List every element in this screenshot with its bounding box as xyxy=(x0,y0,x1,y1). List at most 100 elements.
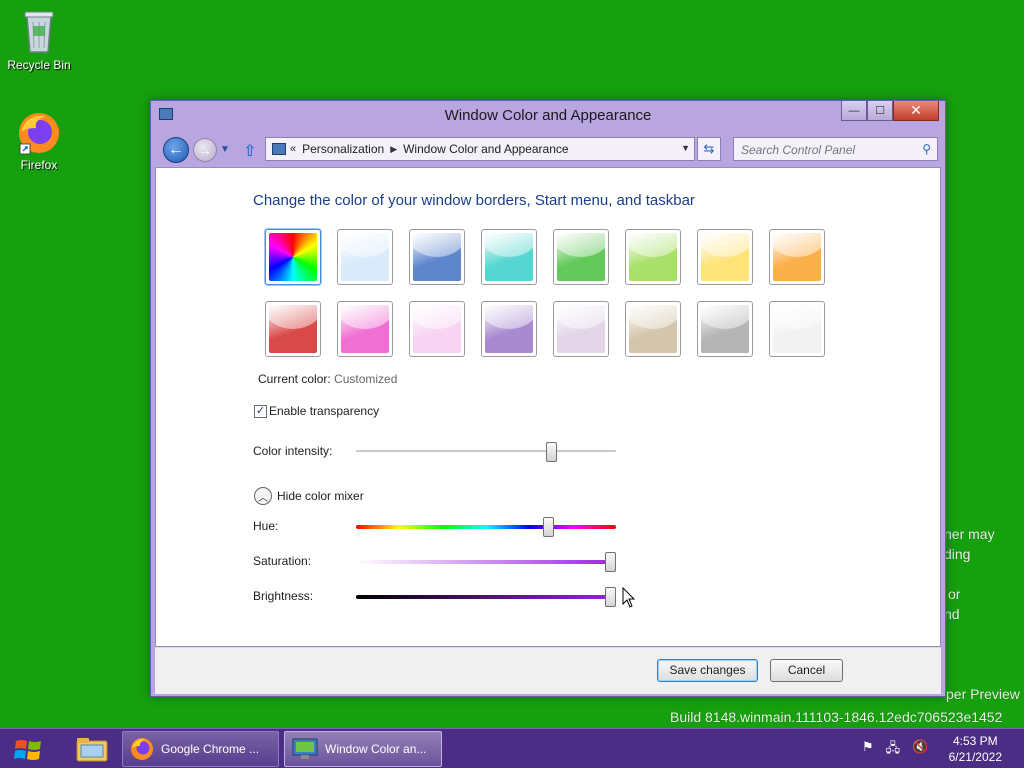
desktop-icon-recycle-bin[interactable]: Recycle Bin xyxy=(0,6,78,72)
close-button[interactable]: ✕ xyxy=(893,101,939,121)
back-button[interactable]: ← xyxy=(163,137,189,163)
current-color-text: Current color: Customized xyxy=(258,372,397,386)
brightness-slider[interactable] xyxy=(356,595,616,599)
brightness-label: Brightness: xyxy=(253,589,314,603)
forward-button[interactable]: → xyxy=(193,138,217,162)
mixer-toggle-label[interactable]: Hide color mixer xyxy=(277,489,364,503)
color-swatch-sky[interactable] xyxy=(337,229,393,285)
network-icon[interactable]: 🖧 xyxy=(886,739,901,761)
firefox-icon xyxy=(131,738,153,760)
save-changes-button[interactable]: Save changes xyxy=(657,659,758,682)
refresh-icon: ⇆ xyxy=(703,141,715,156)
hue-slider[interactable] xyxy=(356,525,616,529)
color-swatch-lemon[interactable] xyxy=(697,229,753,285)
swatch-fill xyxy=(485,233,533,281)
color-swatch-pumpkin[interactable] xyxy=(769,229,825,285)
color-swatch-chocolate[interactable] xyxy=(697,301,753,357)
recent-locations-button[interactable]: ▼ xyxy=(220,144,230,155)
arrow-left-icon: ← xyxy=(168,141,184,158)
watermark-line: ner may xyxy=(944,526,995,542)
control-panel-icon xyxy=(292,738,318,759)
chevron-up-icon: ︿ xyxy=(258,492,268,504)
address-overflow[interactable]: « xyxy=(290,143,296,155)
color-swatch-leaf[interactable] xyxy=(553,229,609,285)
watermark-build: Build 8148.winmain.111103-1846.12edc7065… xyxy=(670,709,1003,725)
swatch-fill xyxy=(773,305,821,353)
breadcrumb-window-color[interactable]: Window Color and Appearance xyxy=(403,142,568,156)
navigation-bar: ← → ▼ ⇧ « Personalization ▶ Window Color… xyxy=(151,133,945,165)
search-input[interactable]: Search Control Panel ⚲ xyxy=(733,137,938,161)
taskbar-item-label: Google Chrome ... xyxy=(161,742,260,756)
color-swatch-rainbow[interactable] xyxy=(265,229,321,285)
desktop-icon-label: Recycle Bin xyxy=(7,58,71,72)
mouse-cursor-icon xyxy=(622,587,636,608)
taskbar-item-window-color[interactable]: Window Color an... xyxy=(284,731,442,767)
saturation-slider-thumb[interactable] xyxy=(605,552,617,572)
swatch-fill xyxy=(485,305,533,353)
color-swatch-blush[interactable] xyxy=(409,301,465,357)
action-center-flag-icon[interactable]: ⚑ xyxy=(862,739,874,761)
cancel-button[interactable]: Cancel xyxy=(770,659,843,682)
hue-label: Hue: xyxy=(253,519,279,533)
color-swatch-ruby[interactable] xyxy=(265,301,321,357)
firefox-icon xyxy=(19,113,59,155)
transparency-checkbox[interactable]: ✓ xyxy=(254,405,267,418)
swatch-fill xyxy=(413,305,461,353)
search-icon[interactable]: ⚲ xyxy=(922,142,931,156)
swatch-fill xyxy=(773,233,821,281)
taskbar: Google Chrome ... Window Color an... ⚑ 🖧… xyxy=(0,728,1024,768)
swatch-fill xyxy=(413,233,461,281)
address-dropdown-icon[interactable]: ▼ xyxy=(681,143,690,153)
color-swatch-lime[interactable] xyxy=(625,229,681,285)
swatch-fill xyxy=(701,233,749,281)
control-panel-icon xyxy=(272,143,286,155)
color-swatch-taupe[interactable] xyxy=(625,301,681,357)
recycle-bin-icon xyxy=(24,11,54,53)
current-color-label: Current color: xyxy=(258,372,331,386)
content-area: Change the color of your window borders,… xyxy=(155,167,941,647)
search-placeholder: Search Control Panel xyxy=(741,143,856,157)
color-swatch-frost[interactable] xyxy=(769,301,825,357)
swatch-fill xyxy=(701,305,749,353)
swatch-fill xyxy=(557,305,605,353)
swatch-fill xyxy=(269,305,317,353)
saturation-label: Saturation: xyxy=(253,554,312,568)
watermark-line: ding xyxy=(944,546,971,562)
swatch-fill xyxy=(341,305,389,353)
brightness-slider-thumb[interactable] xyxy=(605,587,617,607)
intensity-slider[interactable] xyxy=(356,450,616,452)
start-button[interactable] xyxy=(8,735,48,765)
mixer-toggle-button[interactable]: ︿ xyxy=(254,487,272,505)
refresh-button[interactable]: ⇆ xyxy=(697,137,721,161)
transparency-label[interactable]: Enable transparency xyxy=(269,404,379,418)
color-swatch-twilight[interactable] xyxy=(409,229,465,285)
saturation-slider[interactable] xyxy=(356,560,616,564)
maximize-button[interactable]: ☐ xyxy=(867,101,893,121)
color-swatch-fuchsia[interactable] xyxy=(337,301,393,357)
hue-slider-thumb[interactable] xyxy=(542,517,554,537)
breadcrumb-personalization[interactable]: Personalization xyxy=(302,142,384,156)
window-controls: — ☐ ✕ xyxy=(841,101,939,121)
minimize-button[interactable]: — xyxy=(841,101,867,121)
color-swatch-lavender[interactable] xyxy=(553,301,609,357)
color-swatch-violet[interactable] xyxy=(481,301,537,357)
title-bar[interactable]: Window Color and Appearance — ☐ ✕ xyxy=(151,101,945,131)
watermark-line: or xyxy=(948,586,961,602)
desktop-icon-firefox[interactable]: Firefox xyxy=(0,110,78,172)
taskbar-item-chrome[interactable]: Google Chrome ... xyxy=(122,731,279,767)
color-swatch-sea-foam[interactable] xyxy=(481,229,537,285)
swatch-fill xyxy=(629,305,677,353)
swatch-fill xyxy=(341,233,389,281)
folder-icon xyxy=(76,738,108,762)
taskbar-file-explorer[interactable] xyxy=(66,731,118,767)
system-clock[interactable]: 4:53 PM 6/21/2022 xyxy=(949,733,1002,765)
volume-muted-icon[interactable]: 🔇 xyxy=(912,739,928,761)
intensity-slider-thumb[interactable] xyxy=(545,442,557,462)
address-bar[interactable]: « Personalization ▶ Window Color and App… xyxy=(265,137,695,161)
windows-logo-icon xyxy=(14,740,41,760)
notification-area: ⚑ 🖧 🔇 xyxy=(862,739,928,761)
window-color-appearance-window: Window Color and Appearance — ☐ ✕ ← → ▼ … xyxy=(150,100,946,697)
up-button[interactable]: ⇧ xyxy=(243,141,256,161)
desktop-icon-label: Firefox xyxy=(20,158,58,172)
breadcrumb-separator-icon[interactable]: ▶ xyxy=(390,144,397,155)
